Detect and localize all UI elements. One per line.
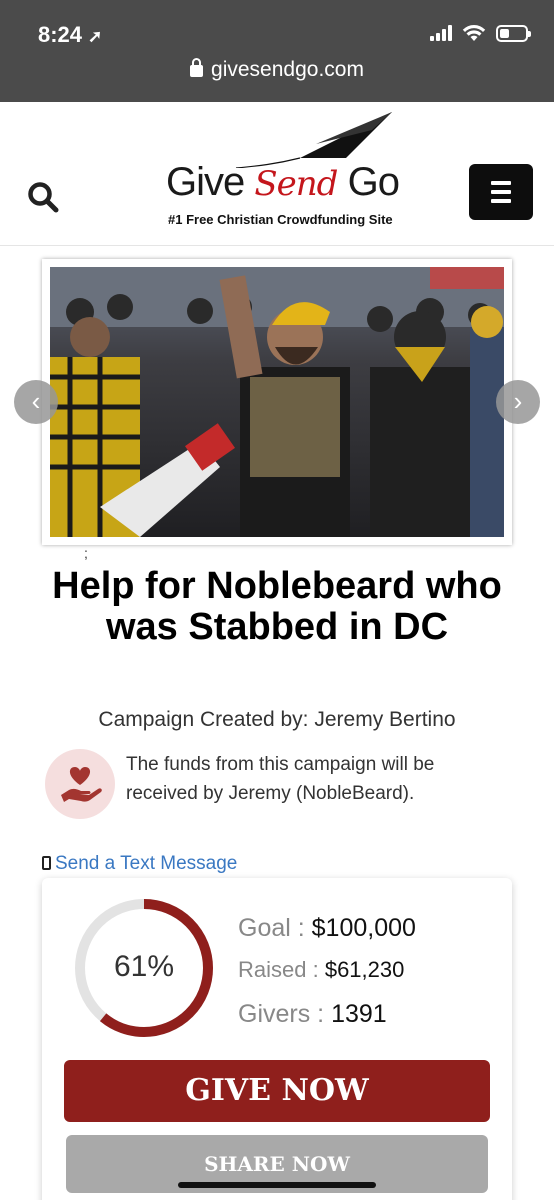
goal-stat: Goal : $100,000 bbox=[238, 914, 416, 942]
heart-hand-icon bbox=[61, 767, 102, 802]
recipient-text: The funds from this campaign will be rec… bbox=[126, 754, 435, 804]
kite-icon bbox=[235, 112, 392, 168]
home-indicator[interactable] bbox=[178, 1182, 376, 1188]
raised-stat: Raised : $61,230 bbox=[238, 957, 405, 982]
battery-icon bbox=[496, 24, 531, 42]
logo-wordmark: Give Send Go bbox=[166, 160, 400, 204]
cellular-signal-icon bbox=[430, 25, 452, 41]
givers-stat: Givers : 1391 bbox=[238, 1000, 387, 1028]
recipient-badge bbox=[45, 749, 115, 819]
carousel-prev-button[interactable]: ‹ bbox=[14, 380, 58, 424]
raised-value: $61,230 bbox=[324, 957, 405, 982]
crowd-photo-illustration bbox=[50, 267, 504, 537]
campaign-photo bbox=[50, 267, 504, 537]
logo-tagline: #1 Free Christian Crowdfunding Site bbox=[168, 212, 393, 227]
send-text-message-link[interactable]: Send a Text Message bbox=[42, 853, 237, 875]
campaign-title: Help for Noblebeard who was Stabbed in D… bbox=[52, 565, 502, 648]
campaign-creator: Campaign Created by: Jeremy Bertino bbox=[98, 708, 456, 731]
url-bar[interactable]: givesendgo.com bbox=[0, 58, 554, 82]
hamburger-icon bbox=[491, 181, 511, 185]
status-icons bbox=[430, 24, 531, 42]
percent-funded: 61% bbox=[113, 950, 175, 983]
wifi-icon bbox=[462, 25, 486, 41]
campaign-image-carousel bbox=[42, 259, 512, 545]
phone-icon bbox=[42, 856, 51, 870]
stray-mark: ; bbox=[84, 545, 88, 561]
search-icon[interactable] bbox=[26, 180, 60, 214]
menu-button[interactable] bbox=[469, 164, 533, 220]
goal-value: $100,000 bbox=[311, 914, 416, 942]
give-now-button[interactable]: GIVE NOW bbox=[64, 1060, 490, 1122]
lock-icon bbox=[190, 58, 204, 77]
site-header: Give Send Go #1 Free Christian Crowdfund… bbox=[0, 102, 554, 246]
status-time: 8:24 ➚ bbox=[38, 22, 103, 47]
givers-value: 1391 bbox=[331, 1000, 387, 1028]
givesendgo-logo[interactable]: Give Send Go #1 Free Christian Crowdfund… bbox=[166, 108, 402, 234]
browser-chrome: 8:24 ➚ givesendgo.com bbox=[0, 0, 554, 102]
carousel-next-button[interactable]: › bbox=[496, 380, 540, 424]
location-arrow-icon: ➚ bbox=[88, 27, 103, 46]
